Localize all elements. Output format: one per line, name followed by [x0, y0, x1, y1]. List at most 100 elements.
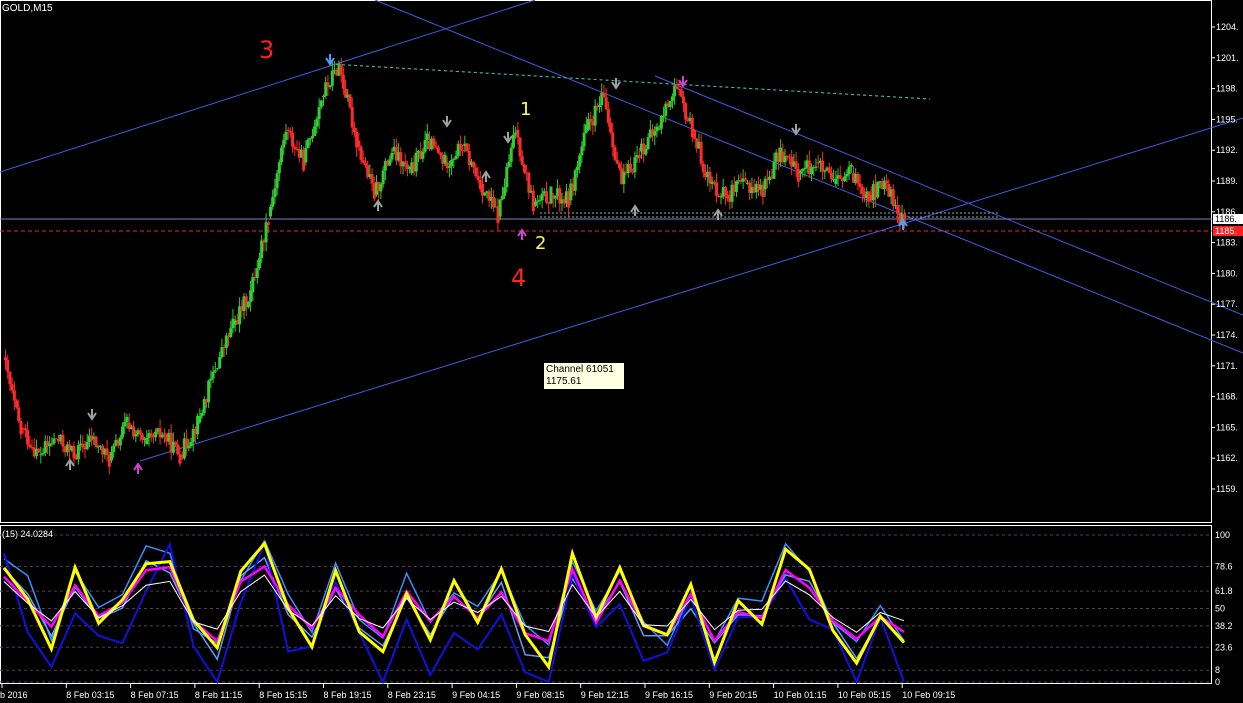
channel-line-3	[139, 117, 1243, 462]
candle-body	[582, 132, 586, 147]
candle-body	[319, 100, 323, 108]
candle	[679, 86, 683, 98]
candle	[213, 361, 217, 374]
candle	[324, 76, 328, 99]
fractal-arrow-icon	[611, 78, 621, 90]
candle-body	[476, 176, 480, 180]
candle-body	[423, 139, 427, 152]
candle	[158, 419, 162, 445]
candle-body	[403, 161, 407, 165]
candle	[238, 297, 242, 333]
price-axis: 1204. 1201. 1198. 1195. 1192. 1189. 1186. 1183.…	[0, 22, 1243, 700]
time-tick-label: 9 Feb 12:15	[581, 690, 629, 700]
candle-body	[361, 159, 365, 163]
candle-body	[284, 131, 288, 141]
candle-body	[414, 152, 418, 172]
chart-canvas[interactable]: 1204. 1201. 1198. 1195. 1192. 1189. 1186. 1183.…	[0, 0, 1243, 703]
candle	[578, 153, 582, 174]
candle	[553, 195, 557, 208]
candle	[754, 180, 758, 199]
candle	[693, 129, 696, 140]
candle-body	[277, 162, 281, 174]
candle-body	[763, 178, 767, 190]
price-tick-label: 1168.	[1216, 392, 1238, 402]
candle-body	[693, 129, 696, 139]
fractal-arrow-icon	[442, 116, 452, 128]
candle	[540, 187, 544, 209]
candle-body	[439, 152, 443, 155]
candle-body	[23, 428, 27, 431]
candle-body	[350, 107, 354, 128]
candle-body	[838, 175, 842, 179]
candle	[827, 162, 831, 174]
fractal-arrow-icon	[373, 199, 383, 211]
candle-body	[653, 131, 657, 136]
candle-body	[123, 421, 127, 427]
candle-body	[348, 94, 352, 108]
candle-body	[896, 205, 900, 214]
candle-body	[15, 400, 19, 408]
wave-label-2: 2	[535, 233, 547, 254]
candle	[648, 119, 652, 139]
candle-body	[304, 148, 308, 163]
candle-body	[681, 96, 685, 104]
price-tick-label: 1204.	[1216, 22, 1239, 32]
candle-body	[615, 159, 619, 164]
trend-dotted-line	[329, 63, 931, 100]
candle-body	[856, 173, 860, 184]
candle-body	[834, 178, 838, 184]
candle	[876, 181, 880, 199]
candle	[328, 85, 332, 90]
candle-body	[189, 442, 193, 447]
candle-body	[370, 173, 374, 184]
candle-body	[218, 357, 222, 369]
chart-title: GOLD,M15	[2, 3, 53, 14]
candle-body	[474, 167, 478, 177]
price-tick-label: 1183.	[1216, 238, 1238, 248]
candle-body	[310, 136, 314, 139]
time-tick-label: 10 Feb 01:15	[774, 690, 827, 700]
candle-body	[810, 167, 814, 175]
candle	[81, 435, 85, 453]
oscillator-series	[0, 534, 1212, 685]
candle-body	[209, 378, 213, 381]
channel-line-1	[0, 0, 536, 173]
candle	[48, 436, 52, 456]
candle-body	[425, 133, 429, 140]
candle-body	[94, 436, 98, 447]
candle-body	[520, 156, 524, 165]
fractal-arrow-icon	[87, 409, 97, 421]
candle	[708, 166, 712, 192]
time-tick-label: 8 Feb 03:15	[66, 690, 114, 700]
candle-body	[646, 137, 650, 149]
candle-body	[255, 268, 259, 278]
candle-body	[723, 186, 727, 196]
current-price-label: 1186.	[1215, 214, 1237, 224]
candle-body	[505, 166, 509, 188]
candle	[450, 154, 454, 176]
candle-body	[679, 89, 683, 97]
candle-body	[160, 434, 164, 438]
candle-body	[450, 159, 454, 167]
candle-body	[138, 430, 142, 435]
candle-body	[604, 97, 608, 109]
candle-body	[516, 129, 520, 138]
candle-body	[220, 346, 224, 358]
candle-body	[388, 159, 392, 166]
candle-body	[553, 195, 557, 199]
tooltip-line-2: 1175.61	[546, 376, 582, 387]
candle-body	[306, 139, 310, 149]
candle-body	[458, 143, 462, 151]
candle-body	[598, 105, 602, 108]
candle-body	[176, 444, 180, 455]
candle-body	[500, 195, 504, 200]
candle-body	[644, 148, 648, 155]
price-tick-label: 1177.	[1216, 299, 1238, 309]
candle-body	[315, 119, 319, 127]
candle	[522, 163, 526, 174]
candle-body	[359, 146, 363, 160]
candle-body	[134, 434, 138, 437]
candle-body	[357, 140, 361, 147]
candle-body	[715, 182, 719, 196]
indicator-title: (15) 24.0284	[2, 529, 54, 539]
